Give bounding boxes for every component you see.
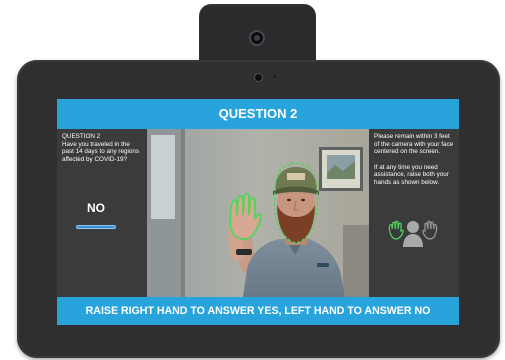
front-camera xyxy=(254,73,263,82)
hand-icon xyxy=(388,220,404,240)
instructions-panel: Please remain within 3 feet of the camer… xyxy=(369,129,459,297)
instruction-assistance: If at any time you need assistance, rais… xyxy=(374,163,449,186)
person-icon xyxy=(403,221,423,247)
kiosk-screen: QUESTION 2 QUESTION 2 Have you traveled … xyxy=(57,99,459,325)
answer-instructions-banner: RAISE RIGHT HAND TO ANSWER YES, LEFT HAN… xyxy=(57,297,459,325)
answer-value: NO xyxy=(87,201,105,215)
question-panel: QUESTION 2 Have you traveled in the past… xyxy=(57,129,147,297)
camera-lens xyxy=(249,30,265,46)
camera-feed-image xyxy=(147,129,369,297)
assistance-illustration xyxy=(383,217,443,247)
question-header: QUESTION 2 xyxy=(57,99,459,129)
answer-indicator-bar xyxy=(76,225,116,229)
question-text: Have you traveled in the past 14 days to… xyxy=(62,140,140,163)
question-label: QUESTION 2 xyxy=(62,133,101,140)
hand-icon xyxy=(422,220,438,240)
camera-feed xyxy=(147,129,369,297)
instruction-distance: Please remain within 3 feet of the camer… xyxy=(374,133,454,156)
light-sensor xyxy=(273,75,276,78)
camera-mount xyxy=(199,4,316,66)
